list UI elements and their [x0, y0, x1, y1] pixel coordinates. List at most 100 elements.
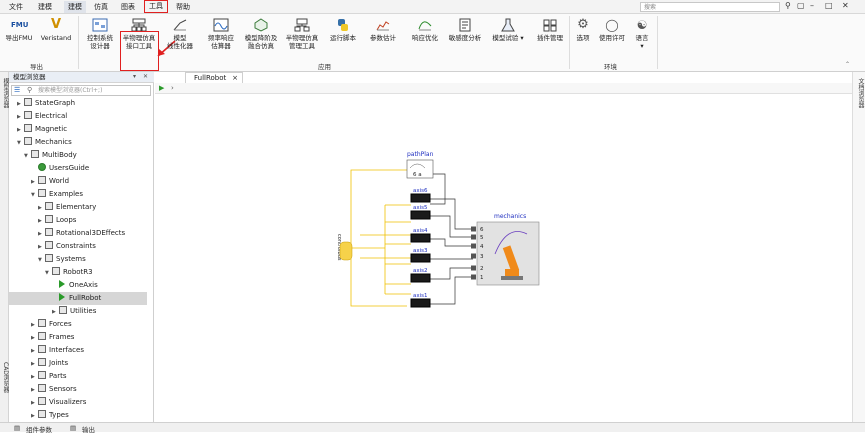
run-icon[interactable]: ▶: [159, 84, 164, 92]
port-square[interactable]: [471, 226, 476, 232]
tree-item[interactable]: ▶ Constraints: [9, 240, 147, 253]
port-square[interactable]: [471, 234, 476, 240]
pathplan-label: pathPlan: [407, 151, 434, 158]
port-label: 5: [480, 235, 484, 241]
component-params-icon[interactable]: ▤: [14, 424, 20, 432]
tree-item[interactable]: ▶ Loops: [9, 214, 147, 227]
axis-block[interactable]: axis5: [410, 205, 431, 220]
menu-charts[interactable]: 图表: [121, 2, 135, 12]
axis-box: [410, 193, 431, 203]
tree-item[interactable]: FullRobot: [9, 292, 147, 305]
port-square[interactable]: [471, 243, 476, 249]
tree-item-label: Parts: [49, 372, 67, 380]
tree-item[interactable]: ▶ Elementary: [9, 201, 147, 214]
port-square[interactable]: [471, 274, 476, 280]
layout-icon[interactable]: ▢: [797, 1, 805, 10]
output-icon[interactable]: ▤: [70, 424, 76, 432]
axis-block[interactable]: axis6: [410, 188, 431, 203]
sensitivity-icon: [459, 18, 471, 32]
menu-file[interactable]: 文件: [9, 2, 23, 12]
tree-item[interactable]: ▶ World: [9, 175, 147, 188]
tab-fullrobot[interactable]: FullRobot ×: [185, 72, 243, 83]
maximize-icon[interactable]: □: [825, 1, 833, 10]
options-button[interactable]: ⚙ 选项: [572, 18, 594, 43]
tree-item[interactable]: ▼ Mechanics: [9, 136, 147, 149]
model-test-button[interactable]: 模型试验 ▾: [488, 18, 528, 42]
menu-tools[interactable]: 工具: [144, 0, 168, 13]
model-linearizer-button[interactable]: 模型 线性化器: [162, 18, 198, 50]
run-script-button[interactable]: 运行脚本: [325, 18, 361, 42]
panel-close-icon[interactable]: ✕: [143, 73, 148, 80]
output-tab[interactable]: 输出: [82, 424, 95, 434]
tree-item[interactable]: UsersGuide: [9, 162, 147, 175]
doc-browser-side-tab[interactable]: 文档浏览器: [856, 78, 865, 108]
package-icon: [24, 137, 32, 145]
tree-item[interactable]: ▶ Types: [9, 409, 147, 422]
pin-icon[interactable]: ▾: [133, 73, 136, 80]
tree-item[interactable]: ▶ Electrical: [9, 110, 147, 123]
menu-simulation[interactable]: 仿真: [94, 2, 108, 12]
axis-label: axis3: [413, 248, 428, 254]
diagram-canvas[interactable]: pathPlan 6 a controlBus axis6 axis5 axis4 a…: [155, 94, 852, 422]
hil-manager-button[interactable]: 半物理仿真 管理工具: [283, 18, 321, 50]
control-bus-connector[interactable]: controlBus: [336, 234, 353, 261]
axis-box: [410, 210, 431, 220]
tree-item[interactable]: OneAxis: [9, 279, 147, 292]
tree-item[interactable]: ▼ Systems: [9, 253, 147, 266]
package-icon: [38, 371, 46, 379]
license-button[interactable]: ◯ 使用许可: [597, 18, 627, 42]
tree-item[interactable]: ▶ Visualizers: [9, 396, 147, 409]
tree-item[interactable]: ▶ StateGraph: [9, 97, 147, 110]
freq-estimator-button[interactable]: 频率响应 估算器: [203, 18, 239, 50]
model-play-icon: [59, 293, 65, 301]
tab-close-icon[interactable]: ×: [232, 73, 238, 83]
sensitivity-button[interactable]: 敏感度分析: [445, 18, 485, 42]
close-icon[interactable]: ✕: [842, 1, 849, 10]
port-square[interactable]: [471, 265, 476, 271]
collapse-ribbon-icon[interactable]: ⌃: [845, 61, 850, 68]
menu-help[interactable]: 帮助: [176, 2, 190, 12]
tree-item[interactable]: ▶ Forces: [9, 318, 147, 331]
tree-item[interactable]: ▶ Joints: [9, 357, 147, 370]
mechanics-block[interactable]: mechanics 6 5 4 3 2 1: [471, 213, 540, 286]
menu-modeling[interactable]: 建模: [38, 2, 52, 12]
export-fmu-button[interactable]: FMU 导出FMU: [4, 18, 34, 42]
veristand-button[interactable]: V Veristand: [38, 18, 74, 43]
tree-item[interactable]: ▼ Examples: [9, 188, 147, 201]
tree-item[interactable]: ▶ Parts: [9, 370, 147, 383]
model-reduction-button[interactable]: 模型降阶及 融合仿真: [243, 18, 279, 50]
language-dropdown-icon[interactable]: ▾: [640, 42, 643, 50]
package-icon: [38, 397, 46, 405]
axis-block[interactable]: axis2: [410, 268, 431, 283]
control-design-button[interactable]: 控制系统 设计器: [82, 18, 118, 50]
language-button[interactable]: ☯ 语言 ▾: [630, 18, 654, 50]
response-opt-button[interactable]: 响应优化: [406, 18, 444, 42]
axis-block[interactable]: axis4: [410, 228, 431, 243]
tree-item[interactable]: ▶ Sensors: [9, 383, 147, 396]
tree-item[interactable]: ▶ Rotational3DEffects: [9, 227, 147, 240]
tree-item[interactable]: ▶ Frames: [9, 331, 147, 344]
axis-block[interactable]: axis1: [410, 293, 431, 308]
list-view-icon[interactable]: ☰: [14, 86, 20, 94]
tree-item[interactable]: ▶ Interfaces: [9, 344, 147, 357]
menu-modeling-active[interactable]: 建模: [64, 1, 86, 13]
tree-item[interactable]: ▼ MultiBody: [9, 149, 147, 162]
param-estimation-button[interactable]: 参数估计: [364, 18, 402, 42]
pathplan-block[interactable]: pathPlan 6 a: [406, 151, 434, 179]
python-icon: [338, 19, 348, 31]
tree-item[interactable]: ▶ Magnetic: [9, 123, 147, 136]
axis-block[interactable]: axis3: [410, 248, 431, 263]
tree-item-label: Systems: [56, 255, 86, 263]
search-icon[interactable]: ⚲: [785, 1, 791, 10]
tree-item[interactable]: ▼ RobotR3: [9, 266, 147, 279]
port-square[interactable]: [471, 253, 476, 259]
component-params-tab[interactable]: 组件参数: [26, 424, 52, 434]
info-icon: [38, 163, 46, 171]
tree-item[interactable]: ▶ Utilities: [9, 305, 147, 318]
chevron-right-icon[interactable]: ›: [171, 84, 174, 92]
plugin-manager-button[interactable]: 插件管理: [533, 18, 567, 42]
minimize-icon[interactable]: –: [810, 1, 814, 10]
tree-item-label: UsersGuide: [49, 164, 90, 172]
dropdown-icon[interactable]: ▾: [520, 34, 523, 42]
global-search-input[interactable]: 搜索: [640, 2, 780, 12]
